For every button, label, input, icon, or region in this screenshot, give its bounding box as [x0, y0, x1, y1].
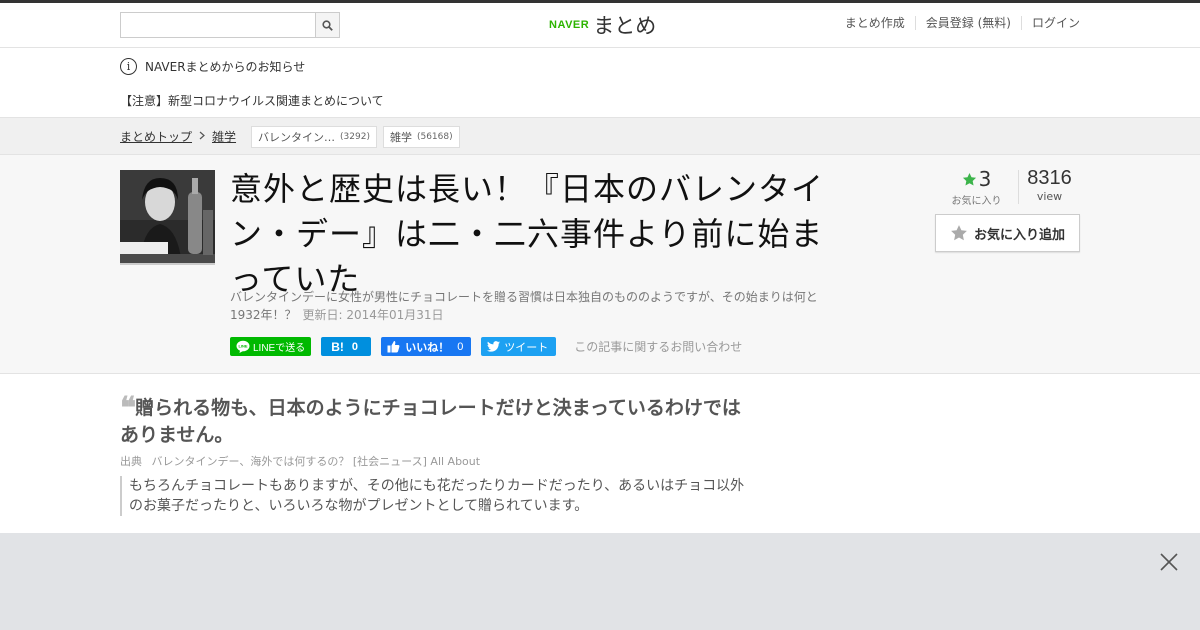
line-share-label: LINEで送る [253, 343, 306, 354]
breadcrumb-category[interactable]: 雑学 [212, 128, 236, 145]
logo-brand: NAVER [549, 19, 590, 31]
notice-title-text: NAVERまとめからのお知らせ [145, 60, 306, 74]
favorites-count: 3 [978, 167, 992, 191]
tag-valentine[interactable]: バレンタイン… (3292) [251, 125, 377, 148]
breadcrumb: まとめトップ 雑学 バレンタイン… (3292) 雑学 (56168) [120, 118, 1080, 155]
tweet-label: ツイート [504, 341, 549, 354]
site-logo[interactable]: NAVER まとめ [549, 10, 656, 40]
source-link[interactable]: バレンタインデー、海外では何するの？ [社会ニュース] All About [152, 455, 481, 468]
nav-create-matome[interactable]: まとめ作成 [835, 16, 915, 30]
tag-count: (56168) [416, 131, 453, 142]
thumbs-up-icon [387, 341, 400, 353]
tag-trivia[interactable]: 雑学 (56168) [382, 125, 460, 148]
search-input[interactable] [120, 12, 315, 38]
quote-heading-text: 贈られる物も、日本のようにチョコレートだけと決まっているわけではありません。 [120, 397, 741, 446]
quote-text: もちろんチョコレートもありますが、その他にも花だったりカードだったり、あるいはチ… [120, 476, 750, 516]
tag-count: (3292) [340, 131, 370, 142]
add-favorite-button[interactable]: お気に入り追加 [935, 214, 1080, 252]
notice-title: i NAVERまとめからのお知らせ [120, 58, 305, 75]
search-form [120, 12, 340, 38]
global-nav: まとめ作成 会員登録 (無料) ログイン [835, 16, 1080, 30]
thumbnail-photo [120, 170, 215, 265]
share-buttons: LINE LINEで送る B! 0 いいね！ 0 ツイート この記事に関するお問… [230, 337, 742, 356]
line-share-button[interactable]: LINE LINEで送る [230, 337, 312, 356]
favorites-label: お気に入り [951, 196, 1002, 207]
quote-heading: ❝ 贈られる物も、日本のようにチョコレートだけと決まっているわけではありません。 [120, 394, 750, 448]
search-button[interactable] [315, 12, 340, 38]
star-outline-icon [951, 225, 967, 241]
star-icon [962, 172, 976, 185]
quote-icon: ❝ [120, 391, 136, 426]
tag-label: バレンタイン… [258, 130, 336, 144]
views-label: view [1036, 190, 1063, 203]
chevron-right-icon [199, 129, 205, 144]
facebook-like-label: いいね！ [405, 341, 450, 354]
close-icon [1160, 553, 1178, 571]
hatena-count: 0 [351, 340, 359, 353]
nav-login[interactable]: ログイン [1020, 16, 1080, 30]
facebook-like-count: 0 [457, 340, 464, 353]
search-icon [322, 19, 333, 31]
overlay-close-button[interactable] [1158, 551, 1180, 573]
notice-area: i NAVERまとめからのお知らせ 【注意】新型コロナウイルス関連まとめについて [0, 48, 1200, 118]
quote-source: 出典 バレンタインデー、海外では何するの？ [社会ニュース] All About [120, 453, 480, 469]
article-description: バレンタインデーに女性が男性にチョコレートを贈る習慣は日本独自のもののようですが… [230, 288, 830, 324]
nav-register[interactable]: 会員登録 (無料) [914, 16, 1021, 30]
updated-date: 更新日: 2014年01月31日 [302, 308, 444, 322]
article-thumbnail[interactable] [120, 170, 215, 265]
views-stat: 8316 view [1019, 167, 1080, 203]
article-header: 意外と歴史は長い！『日本のバレンタイン・デー』は二・二六事件より前に始まっていた… [0, 155, 1200, 374]
hatena-bookmark-button[interactable]: B! 0 [321, 337, 372, 356]
add-favorite-label: お気に入り追加 [973, 227, 1065, 243]
site-header: NAVER まとめ まとめ作成 会員登録 (無料) ログイン [0, 3, 1200, 48]
breadcrumb-top[interactable]: まとめトップ [120, 128, 192, 145]
favorites-count-wrap: 3 [962, 167, 992, 191]
notice-link[interactable]: 【注意】新型コロナウイルス関連まとめについて [120, 92, 384, 109]
source-label: 出典 [120, 455, 142, 468]
logo-name: まとめ [593, 14, 657, 38]
line-icon: LINE [236, 340, 250, 353]
tag-label: 雑学 [389, 130, 412, 144]
favorites-stat: 3 お気に入り [935, 167, 1018, 207]
views-count: 8316 [1027, 167, 1072, 189]
contact-link[interactable]: この記事に関するお問い合わせ [574, 338, 742, 355]
info-icon: i [120, 58, 137, 75]
facebook-like-button[interactable]: いいね！ 0 [381, 337, 472, 356]
hatena-icon: B! [331, 339, 344, 354]
svg-text:LINE: LINE [238, 344, 247, 349]
bottom-overlay [0, 533, 1200, 630]
breadcrumb-bar: まとめトップ 雑学 バレンタイン… (3292) 雑学 (56168) [0, 118, 1200, 155]
twitter-bird-icon [487, 341, 501, 352]
tweet-button[interactable]: ツイート [481, 337, 557, 356]
article-title: 意外と歴史は長い！『日本のバレンタイン・デー』は二・二六事件より前に始まっていた [230, 170, 825, 298]
